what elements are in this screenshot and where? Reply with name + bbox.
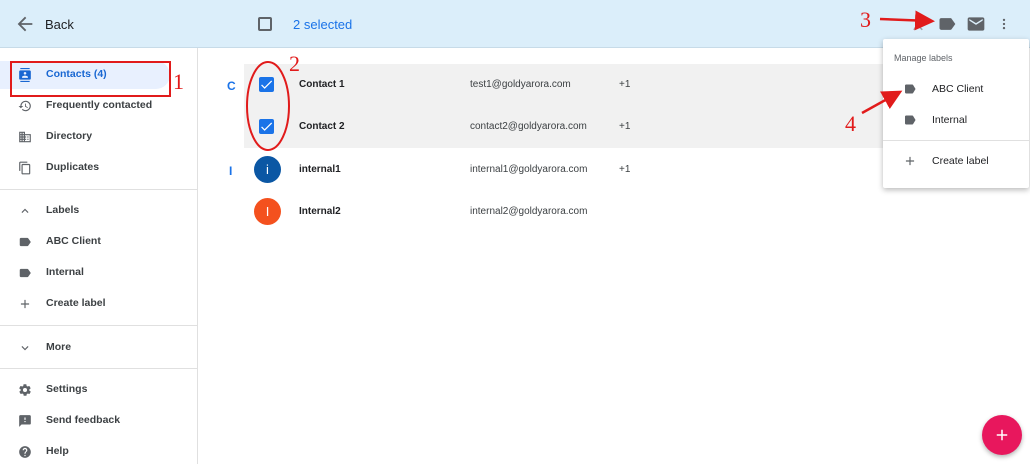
- menu-item-internal[interactable]: Internal: [883, 106, 1029, 134]
- sidebar-divider: [0, 325, 198, 326]
- table-row[interactable]: Contact 2 contact2@goldyarora.com +1: [244, 106, 884, 148]
- annotation-box: [10, 61, 171, 97]
- annotation-number: 4: [845, 111, 856, 136]
- sidebar: Contacts (4) Frequently contacted Direct…: [0, 48, 198, 464]
- sidebar-item-label: Duplicates: [46, 161, 100, 173]
- sidebar-item-help[interactable]: Help: [0, 438, 198, 464]
- contact-email: contact2@goldyarora.com: [470, 121, 587, 132]
- more-label: More: [46, 341, 72, 353]
- sidebar-item-label: Help: [46, 445, 69, 457]
- sidebar-divider: [0, 368, 198, 369]
- table-row[interactable]: i internal1 internal1@goldyarora.com +1: [244, 149, 884, 191]
- more-vert-icon[interactable]: [997, 14, 1011, 34]
- selected-count: 2 selected: [293, 17, 353, 32]
- sidebar-item-internal[interactable]: Internal: [0, 259, 198, 287]
- copy-icon: [19, 161, 31, 175]
- row-checkbox[interactable]: [259, 119, 274, 134]
- menu-item-label: ABC Client: [932, 83, 984, 95]
- sidebar-item-abc-client[interactable]: ABC Client: [0, 228, 198, 256]
- contact-email: internal1@goldyarora.com: [470, 164, 588, 175]
- merge-icon[interactable]: [909, 14, 927, 34]
- plus-icon: [20, 299, 30, 309]
- history-icon: [18, 100, 31, 112]
- back-button[interactable]: Back: [45, 17, 74, 32]
- labels-section-toggle[interactable]: Labels: [0, 197, 198, 225]
- sidebar-item-directory[interactable]: Directory: [0, 123, 198, 151]
- directory-icon: [19, 131, 31, 143]
- check-icon: [261, 122, 273, 131]
- menu-item-create-label[interactable]: Create label: [883, 147, 1029, 175]
- contact-email: test1@goldyarora.com: [470, 79, 571, 90]
- mail-icon[interactable]: [965, 14, 987, 34]
- help-icon: [19, 446, 31, 458]
- sidebar-item-label: Internal: [46, 266, 84, 278]
- check-icon: [261, 80, 273, 89]
- group-letter: C: [227, 79, 236, 93]
- more-section-toggle[interactable]: More: [0, 334, 198, 362]
- label-icon: [19, 268, 31, 278]
- sidebar-item-label: Create label: [46, 297, 106, 309]
- table-row[interactable]: I Internal2 internal2@goldyarora.com: [244, 191, 884, 233]
- contact-phone: +1: [619, 79, 631, 90]
- group-letter: I: [229, 164, 233, 178]
- sidebar-item-label: ABC Client: [46, 235, 101, 247]
- sidebar-item-label: Directory: [46, 130, 93, 142]
- sidebar-item-label: Send feedback: [46, 414, 121, 426]
- gear-icon: [19, 384, 31, 396]
- select-all-checkbox[interactable]: [258, 17, 272, 31]
- contact-email: internal2@goldyarora.com: [470, 206, 588, 217]
- plus-icon: [996, 429, 1008, 441]
- contact-name: internal1: [299, 164, 341, 175]
- menu-divider: [883, 140, 1029, 141]
- sidebar-item-duplicates[interactable]: Duplicates: [0, 154, 198, 182]
- contact-name: Contact 2: [299, 121, 345, 132]
- sidebar-divider: [0, 189, 198, 190]
- label-icon: [905, 84, 916, 94]
- manage-labels-menu: Manage labels ABC Client Internal Create…: [883, 39, 1029, 188]
- menu-item-label: Internal: [932, 114, 968, 126]
- contact-name: Internal2: [299, 206, 341, 217]
- row-checkbox[interactable]: [259, 77, 274, 92]
- contact-phone: +1: [619, 164, 631, 175]
- label-icon: [19, 237, 31, 247]
- contact-name: Contact 1: [299, 79, 345, 90]
- menu-item-label: Create label: [932, 155, 989, 167]
- sidebar-item-label: Settings: [46, 383, 88, 395]
- table-row[interactable]: Contact 1 test1@goldyarora.com +1: [244, 64, 884, 106]
- top-app-bar: Back 2 selected: [0, 0, 1030, 48]
- contact-phone: +1: [619, 121, 631, 132]
- plus-icon: [905, 156, 915, 166]
- sidebar-item-create-label[interactable]: Create label: [0, 290, 198, 318]
- menu-item-abc-client[interactable]: ABC Client: [883, 75, 1029, 103]
- annotation-number: 1: [173, 69, 184, 94]
- sidebar-item-label: Frequently contacted: [46, 99, 153, 111]
- avatar[interactable]: I: [254, 198, 281, 225]
- label-icon: [905, 115, 916, 125]
- menu-title: Manage labels: [894, 53, 953, 63]
- annotation-number: 3: [860, 7, 871, 32]
- annotation-number: 2: [289, 51, 300, 76]
- add-contact-button[interactable]: [982, 415, 1022, 455]
- label-icon[interactable]: [936, 14, 958, 34]
- back-arrow-icon[interactable]: [14, 13, 36, 35]
- sidebar-item-settings[interactable]: Settings: [0, 376, 198, 404]
- chevron-down-icon: [21, 346, 29, 351]
- labels-section-title: Labels: [46, 204, 80, 216]
- sidebar-item-send-feedback[interactable]: Send feedback: [0, 407, 198, 435]
- chevron-up-icon: [21, 208, 29, 213]
- avatar[interactable]: i: [254, 156, 281, 183]
- feedback-icon: [19, 415, 31, 427]
